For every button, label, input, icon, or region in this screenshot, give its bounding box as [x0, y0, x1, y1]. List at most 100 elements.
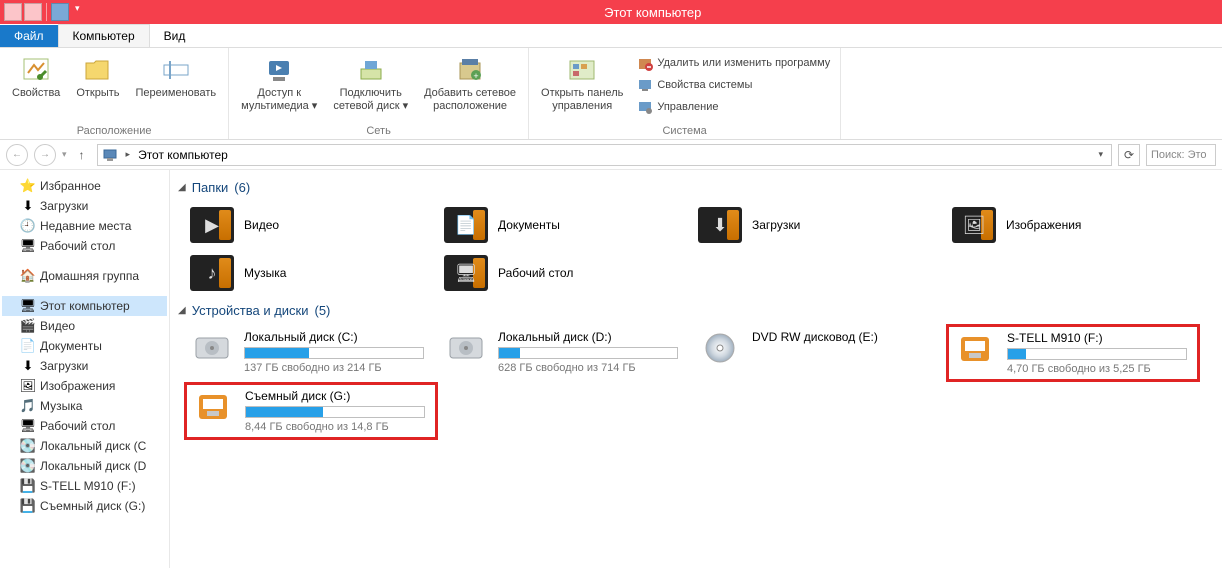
qat-dropdown-icon[interactable]: ▾ [71, 3, 84, 21]
sidebar-item-label: Съемный диск (G:) [40, 499, 145, 513]
folder-icon: 🖥 [444, 255, 488, 291]
sidebar-item[interactable]: 🖼Изображения [2, 376, 167, 396]
system-properties-button[interactable]: Свойства системы [633, 75, 834, 95]
rename-label: Переименовать [136, 87, 217, 100]
sidebar-item[interactable]: 💽Локальный диск (C [2, 436, 167, 456]
sidebar-thispc-header[interactable]: 🖥 Этот компьютер [2, 296, 167, 316]
chevron-right-icon[interactable]: ▸ [122, 149, 135, 160]
media-label: Доступ кмультимедиа ▾ [241, 87, 317, 113]
rename-icon [160, 53, 192, 85]
folder-icon: ▶ [190, 207, 234, 243]
sidebar-item[interactable]: 🎵Музыка [2, 396, 167, 416]
tab-computer[interactable]: Компьютер [58, 24, 150, 47]
add-location-label: Добавить сетевоерасположение [424, 87, 516, 113]
sidebar-item[interactable]: 💽Локальный диск (D [2, 456, 167, 476]
sidebar-item[interactable]: 💾S-TELL M910 (F:) [2, 476, 167, 496]
svg-text:+: + [473, 71, 478, 81]
control-panel-button[interactable]: Открыть панельуправления [535, 51, 629, 123]
folder-item[interactable]: ♪Музыка [184, 249, 438, 297]
qat-icon-3[interactable] [51, 3, 69, 21]
download-icon: ⬇ [20, 358, 36, 374]
add-location-button[interactable]: + Добавить сетевоерасположение [418, 51, 522, 123]
drive-free-text: 8,44 ГБ свободно из 14,8 ГБ [245, 421, 431, 433]
nav-forward-button[interactable]: → [34, 144, 56, 166]
content: ◢ Папки (6) ▶ Видео 📄Документы⬇Загрузки🖼Из… [170, 170, 1222, 568]
folder-label: Видео [244, 218, 279, 232]
sidebar-item[interactable]: 🖥Рабочий стол [2, 416, 167, 436]
uninstall-label: Удалить или изменить программу [657, 57, 830, 69]
address-dropdown-icon[interactable]: ▾ [1094, 149, 1107, 160]
sidebar-item[interactable]: ⬇Загрузки [2, 356, 167, 376]
drive-item[interactable]: Съемный диск (G:) 8,44 ГБ свободно из 14,… [184, 382, 438, 440]
sidebar-item[interactable]: 🖥 Рабочий стол [2, 236, 167, 256]
nav-history-dropdown[interactable]: ▾ [62, 149, 67, 160]
folders-section-header[interactable]: ◢ Папки (6) [178, 174, 1214, 201]
manage-button[interactable]: Управление [633, 97, 834, 117]
drive-item[interactable]: Локальный диск (D:)628 ГБ свободно из 71… [438, 324, 692, 382]
nav-back-button[interactable]: ← [6, 144, 28, 166]
video-icon: 🎬 [20, 318, 36, 334]
tab-view[interactable]: Вид [150, 25, 200, 47]
sidebar-item[interactable]: ⬇Загрузки [2, 196, 167, 216]
sidebar-homegroup-header[interactable]: 🏠 Домашняя группа [2, 266, 167, 286]
titlebar: ▾ Этот компьютер [0, 0, 1222, 24]
ribbon-tabs: Файл Компьютер Вид [0, 24, 1222, 48]
ribbon-group-location-label: Расположение [6, 123, 222, 139]
sidebar-item-label: Музыка [40, 399, 82, 413]
sidebar-item-label: Изображения [40, 379, 115, 393]
folder-label: Загрузки [752, 218, 800, 232]
qat-icon-2[interactable] [24, 3, 42, 21]
qat-icon-1[interactable] [4, 3, 22, 21]
map-drive-label: Подключитьсетевой диск ▾ [333, 87, 408, 113]
drive-item[interactable]: S-TELL M910 (F:)4,70 ГБ свободно из 5,25… [946, 324, 1200, 382]
nav-up-button[interactable]: ↑ [73, 146, 91, 164]
properties-label: Свойства [12, 87, 60, 100]
drive-name: Съемный диск (G:) [245, 389, 431, 403]
docs-icon: 📄 [20, 338, 36, 354]
search-input[interactable]: Поиск: Это [1146, 144, 1216, 166]
media-access-button[interactable]: Доступ кмультимедиа ▾ [235, 51, 323, 123]
folders-title: Папки [192, 180, 229, 195]
drive-free-text: 137 ГБ свободно из 214 ГБ [244, 362, 432, 374]
folder-icon: 📄 [444, 207, 488, 243]
open-button[interactable]: Открыть [70, 51, 125, 123]
drive-name: Локальный диск (D:) [498, 330, 686, 344]
refresh-button[interactable]: ⟳ [1118, 144, 1140, 166]
properties-button[interactable]: Свойства [6, 51, 66, 123]
sidebar-item[interactable]: 🕘Недавние места [2, 216, 167, 236]
desktop-icon: 🖥 [20, 238, 36, 254]
sidebar-item-label: Загрузки [40, 199, 88, 213]
folder-item[interactable]: ▶ Видео [184, 201, 438, 249]
sidebar-item[interactable]: 📄Документы [2, 336, 167, 356]
sidebar-favorites-header[interactable]: ⭐ Избранное [2, 176, 167, 196]
sidebar-item[interactable]: 💾Съемный диск (G:) [2, 496, 167, 516]
rename-button[interactable]: Переименовать [130, 51, 223, 123]
address-bar[interactable]: ▸ Этот компьютер ▾ [97, 144, 1112, 166]
tab-file[interactable]: Файл [0, 25, 58, 47]
usb-icon: 💾 [20, 478, 36, 494]
sidebar-item[interactable]: 🎬Видео [2, 316, 167, 336]
folder-item[interactable]: 🖥 Рабочий стол [438, 249, 692, 297]
sidebar-item-label: Локальный диск (C [40, 439, 146, 453]
system-properties-label: Свойства системы [657, 79, 752, 91]
sidebar-item-label: Рабочий стол [40, 239, 115, 253]
uninstall-button[interactable]: Удалить или изменить программу [633, 53, 834, 73]
folder-item[interactable]: ⬇Загрузки [692, 201, 946, 249]
qat-sep [46, 3, 47, 21]
computer-icon: 🖥 [20, 298, 36, 314]
drive-item[interactable]: DVD RW дисковод (E:) [692, 324, 946, 382]
map-drive-button[interactable]: Подключитьсетевой диск ▾ [327, 51, 414, 123]
folder-label: Рабочий стол [498, 266, 573, 280]
control-panel-label: Открыть панельуправления [541, 87, 623, 113]
folder-item[interactable]: 🖼Изображения [946, 201, 1200, 249]
drive-item[interactable]: Локальный диск (C:)137 ГБ свободно из 21… [184, 324, 438, 382]
chevron-down-icon: ▾ [403, 100, 409, 112]
sidebar-thispc: 🖥 Этот компьютер 🎬Видео📄Документы⬇Загруз… [2, 296, 167, 516]
chevron-down-icon: ▾ [312, 100, 318, 112]
uninstall-icon [637, 55, 653, 71]
folder-item[interactable]: 📄Документы [438, 201, 692, 249]
ribbon-group-system-label: Система [535, 123, 834, 139]
open-icon [82, 53, 114, 85]
sidebar-item-label: Рабочий стол [40, 419, 115, 433]
drives-section-header[interactable]: ◢ Устройства и диски (5) [178, 297, 1214, 324]
